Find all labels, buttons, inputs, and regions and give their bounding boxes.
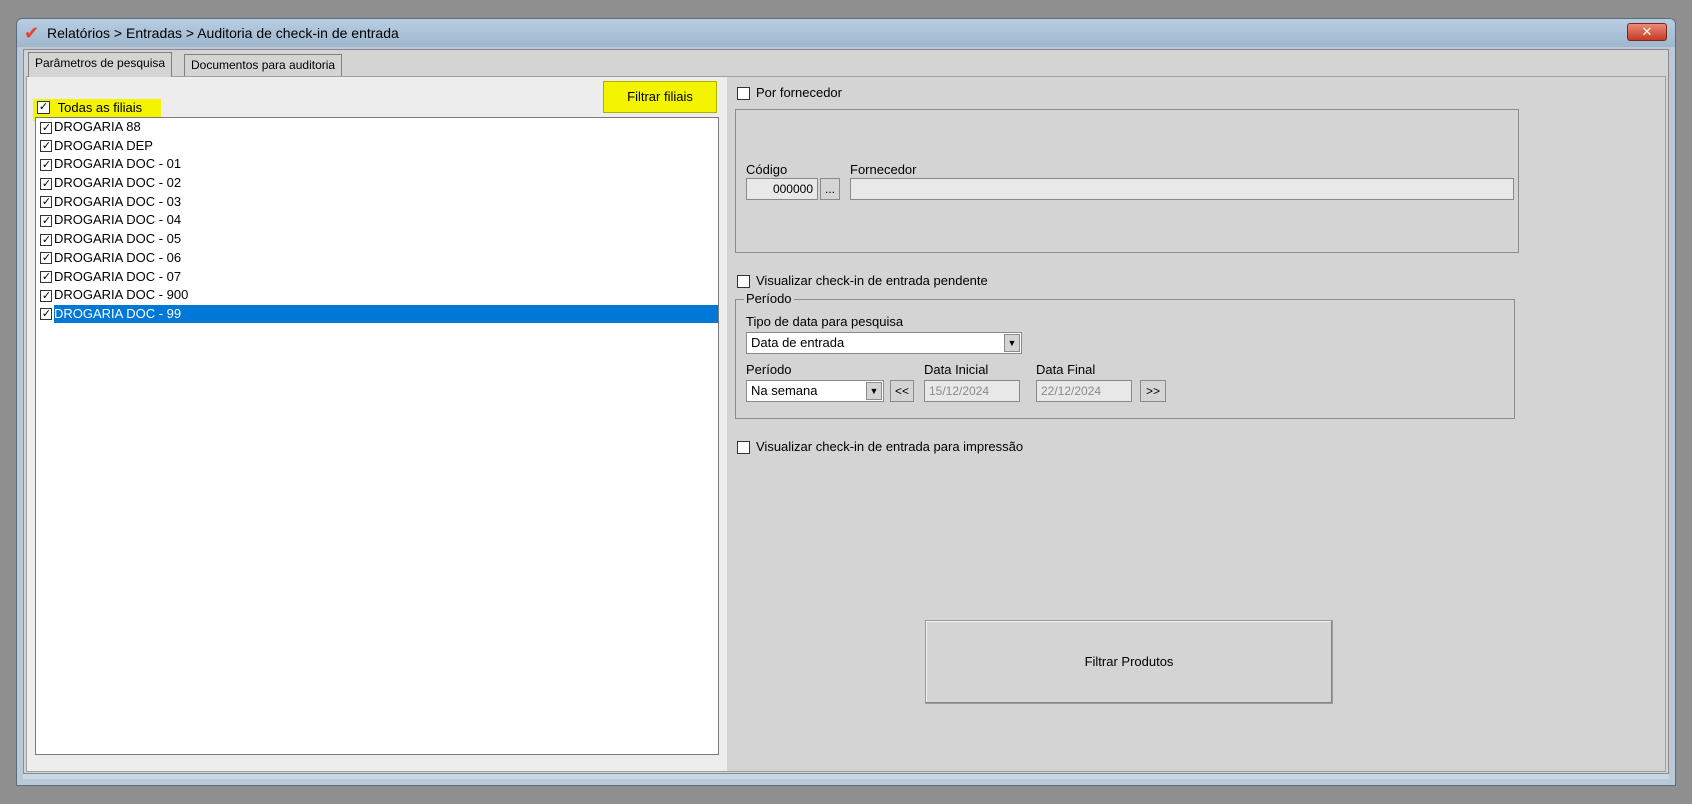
fornecedor-group: Código Fornecedor 000000 ... (735, 109, 1519, 253)
filtrar-filiais-button[interactable]: Filtrar filiais (603, 81, 717, 113)
filial-list-item[interactable]: DROGARIA DOC - 07 (36, 268, 718, 287)
checkbox-checked-icon[interactable] (40, 158, 52, 171)
tab-parametros-de-pesquisa[interactable]: Parâmetros de pesquisa (28, 52, 173, 77)
dropdown-arrow-icon[interactable]: ▼ (1004, 334, 1020, 352)
window-client-area: Parâmetros de pesquisa Documentos para a… (23, 49, 1669, 777)
data-inicial-label: Data Inicial (924, 362, 989, 377)
filial-label: DROGARIA DOC - 900 (54, 287, 189, 303)
checkbox-unchecked-icon[interactable] (737, 87, 750, 101)
checkbox-checked-icon[interactable] (37, 101, 50, 115)
fornecedor-input[interactable] (850, 178, 1514, 200)
filial-label: DROGARIA 88 (54, 119, 141, 134)
title-bar: ✔ Relatórios > Entradas > Auditoria de c… (17, 19, 1675, 47)
filial-label: DROGARIA DOC - 04 (54, 212, 182, 228)
tipo-data-label: Tipo de data para pesquisa (746, 314, 904, 329)
checkbox-checked-icon[interactable] (40, 252, 52, 265)
filial-list-item[interactable]: DROGARIA DOC - 02 (36, 174, 718, 193)
filial-label: DROGARIA DOC - 99 (54, 304, 718, 323)
checkmark-app-icon: ✔ (24, 23, 40, 43)
checkbox-checked-icon[interactable] (40, 177, 52, 190)
periodo-label: Período (746, 362, 792, 377)
filtrar-produtos-button[interactable]: Filtrar Produtos (925, 620, 1333, 704)
todas-filiais-label: Todas as filiais (57, 100, 143, 116)
tipo-data-value: Data de entrada (751, 335, 845, 350)
next-period-button[interactable]: >> (1140, 380, 1166, 402)
checkbox-checked-icon[interactable] (40, 308, 52, 321)
periodo-value: Na semana (751, 383, 818, 398)
tab-content-parametros: Todas as filiais Filtrar filiais DROGARI… (26, 76, 1666, 772)
report-window: ✔ Relatórios > Entradas > Auditoria de c… (16, 18, 1676, 786)
filial-label: DROGARIA DOC - 06 (54, 249, 182, 265)
checkbox-checked-icon[interactable] (40, 140, 52, 153)
visualizar-impressao-checkbox[interactable]: Visualizar check-in de entrada para impr… (737, 439, 1024, 455)
filial-list-item[interactable]: DROGARIA DOC - 05 (36, 230, 718, 249)
checkbox-unchecked-icon[interactable] (737, 441, 750, 455)
previous-period-button[interactable]: << (890, 380, 914, 402)
fornecedor-lookup-button[interactable]: ... (820, 178, 840, 200)
data-final-label: Data Final (1036, 362, 1096, 377)
dropdown-arrow-icon[interactable]: ▼ (866, 382, 882, 400)
filiais-panel: Todas as filiais Filtrar filiais DROGARI… (27, 77, 727, 771)
checkbox-checked-icon[interactable] (40, 271, 52, 284)
filial-label: DROGARIA DOC - 01 (54, 156, 182, 172)
checkbox-checked-icon[interactable] (40, 289, 52, 302)
codigo-input[interactable]: 000000 (746, 178, 818, 200)
checkbox-checked-icon[interactable] (40, 215, 52, 227)
window-title: Relatórios > Entradas > Auditoria de che… (47, 25, 399, 41)
filiais-list[interactable]: DROGARIA 88 DROGARIA DEP DROGARIA DOC - 01… (35, 117, 719, 755)
checkbox-checked-icon[interactable] (40, 233, 52, 246)
filial-label: DROGARIA DOC - 07 (54, 268, 182, 284)
filial-label: DROGARIA DOC - 03 (54, 193, 182, 209)
filial-list-item[interactable]: DROGARIA DOC - 01 (36, 155, 718, 174)
filial-list-item[interactable]: DROGARIA DOC - 04 (36, 211, 718, 230)
data-final-input[interactable]: 22/12/2024 (1036, 380, 1132, 402)
filial-list-item[interactable]: DROGARIA 88 (36, 118, 718, 137)
checkbox-checked-icon[interactable] (40, 121, 52, 134)
checkbox-checked-icon[interactable] (40, 196, 52, 209)
filial-label: DROGARIA DOC - 05 (54, 231, 182, 247)
tipo-data-select[interactable]: Data de entrada ▼ (746, 332, 1022, 354)
filial-list-item[interactable]: DROGARIA DOC - 03 (36, 193, 718, 212)
filial-label: DROGARIA DOC - 02 (54, 175, 182, 191)
visualizar-pendente-label: Visualizar check-in de entrada pendente (756, 273, 988, 288)
periodo-select[interactable]: Na semana ▼ (746, 380, 884, 402)
tab-documentos-para-auditoria[interactable]: Documentos para auditoria (184, 54, 343, 76)
bottom-status-bar (23, 773, 1669, 779)
codigo-label: Código (746, 162, 788, 177)
visualizar-pendente-checkbox[interactable]: Visualizar check-in de entrada pendente (737, 273, 988, 289)
filial-list-item[interactable]: DROGARIA DOC - 06 (36, 249, 718, 268)
por-fornecedor-label: Por fornecedor (756, 85, 842, 100)
filial-list-item[interactable]: DROGARIA DOC - 99 (36, 304, 718, 324)
checkbox-unchecked-icon[interactable] (737, 275, 750, 289)
periodo-group-label: Período (744, 291, 794, 306)
filial-label: DROGARIA DEP (54, 137, 153, 153)
fornecedor-label: Fornecedor (850, 162, 917, 177)
por-fornecedor-checkbox[interactable]: Por fornecedor (737, 85, 842, 101)
filial-list-item[interactable]: DROGARIA DOC - 900 (36, 286, 718, 305)
periodo-group: Período Tipo de data para pesquisa Data … (735, 291, 1515, 419)
close-button[interactable]: ✕ (1627, 23, 1667, 41)
data-inicial-input[interactable]: 15/12/2024 (924, 380, 1020, 402)
visualizar-impressao-label: Visualizar check-in de entrada para impr… (756, 439, 1024, 454)
filial-list-item[interactable]: DROGARIA DEP (36, 137, 718, 156)
